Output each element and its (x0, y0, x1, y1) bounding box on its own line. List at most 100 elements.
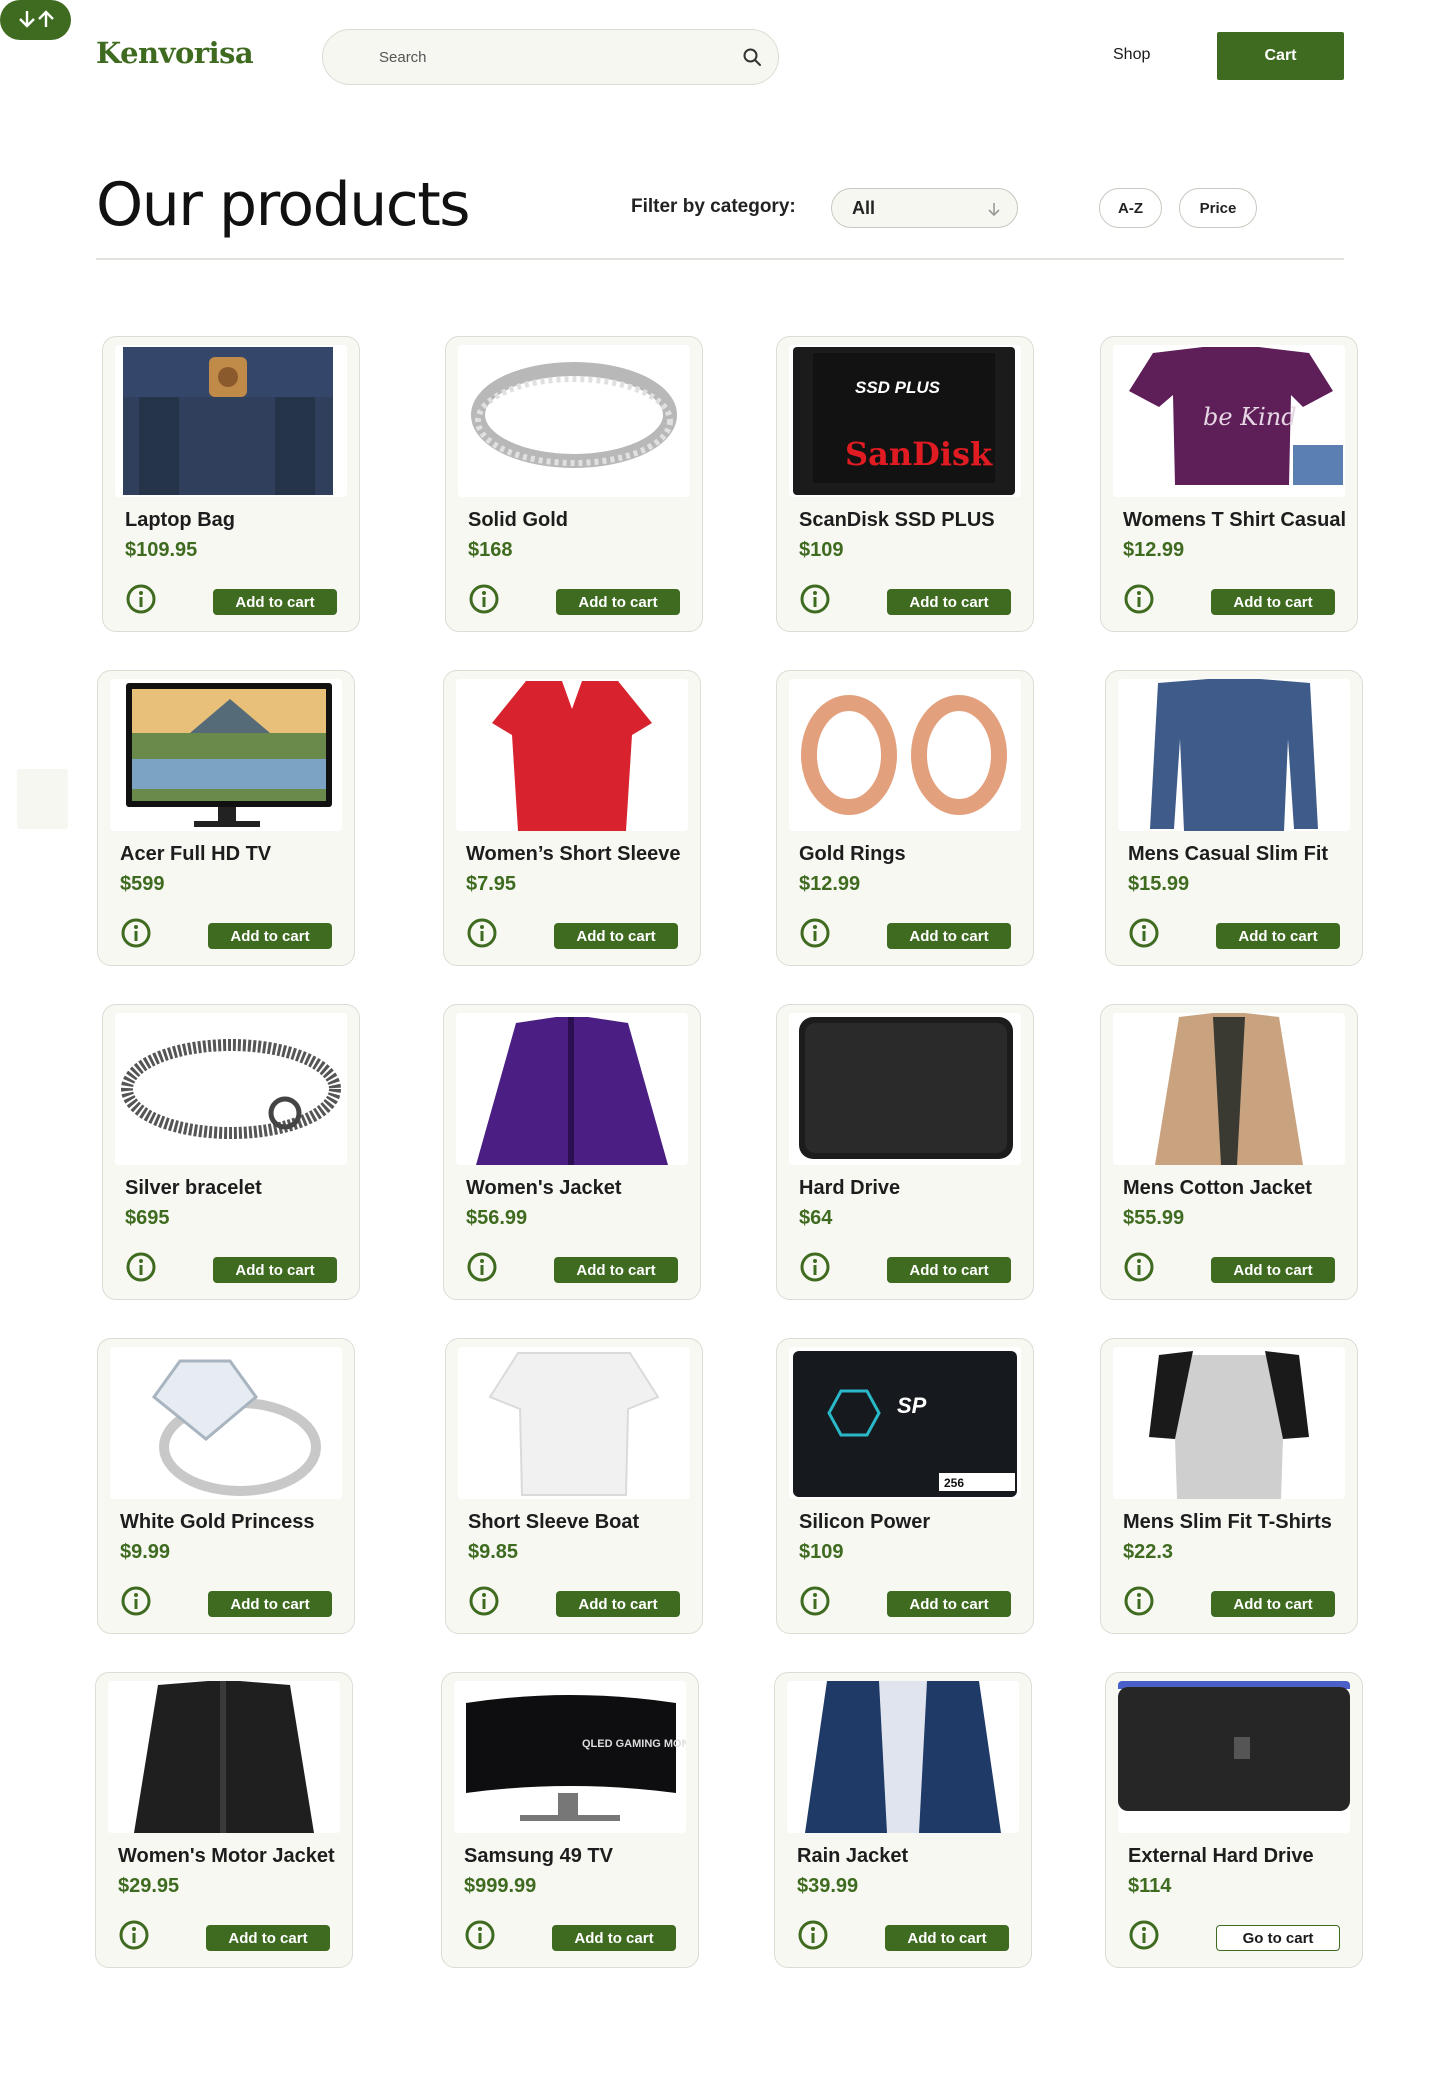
info-icon[interactable] (1128, 917, 1160, 949)
info-icon[interactable] (466, 917, 498, 949)
add-to-cart-button[interactable]: Add to cart (887, 1257, 1011, 1283)
add-to-cart-button[interactable]: Add to cart (213, 589, 337, 615)
info-icon[interactable] (1128, 1919, 1160, 1951)
info-icon[interactable] (125, 583, 157, 615)
product-name[interactable]: Laptop Bag (125, 509, 235, 532)
monitor-image[interactable] (110, 679, 342, 831)
gold-rings-image[interactable] (789, 679, 1021, 831)
info-icon[interactable] (1123, 1585, 1155, 1617)
product-card: Gold Rings $12.99 Add to cart (776, 670, 1034, 966)
info-icon[interactable] (468, 583, 500, 615)
info-icon[interactable] (468, 1585, 500, 1617)
product-price: $7.95 (466, 873, 517, 895)
red-shirt-image[interactable] (456, 679, 688, 831)
add-to-cart-button[interactable]: Add to cart (208, 1591, 332, 1617)
info-icon[interactable] (464, 1919, 496, 1951)
info-icon[interactable] (125, 1251, 157, 1283)
hard-drive-image[interactable] (789, 1013, 1021, 1165)
add-to-cart-button[interactable]: Add to cart (552, 1925, 676, 1951)
product-name[interactable]: Acer Full HD TV (120, 843, 271, 866)
add-to-cart-button[interactable]: Add to cart (554, 1257, 678, 1283)
add-to-cart-button[interactable]: Add to cart (887, 1591, 1011, 1617)
product-name[interactable]: Short Sleeve Boat (468, 1511, 639, 1534)
product-name[interactable]: Samsung 49 TV (464, 1845, 613, 1868)
product-price: $695 (125, 1207, 170, 1229)
info-icon[interactable] (118, 1919, 150, 1951)
laptop-bag-image[interactable] (115, 345, 347, 497)
side-tab[interactable] (17, 769, 68, 829)
product-name[interactable]: External Hard Drive (1128, 1845, 1314, 1868)
product-name[interactable]: Women's Jacket (466, 1177, 622, 1200)
tan-jacket-image[interactable] (1113, 1013, 1345, 1165)
go-to-cart-button[interactable]: Go to cart (1216, 1925, 1340, 1951)
add-to-cart-button[interactable]: Add to cart (1216, 923, 1340, 949)
info-icon[interactable] (799, 1585, 831, 1617)
sort-az-button[interactable]: A-Z (1099, 188, 1162, 228)
external-drive-image[interactable] (1118, 1681, 1350, 1833)
arrow-down-icon (988, 203, 1000, 217)
add-to-cart-button[interactable]: Add to cart (885, 1925, 1009, 1951)
ssd-image[interactable]: SSD PLUS SanDisk (789, 345, 1021, 497)
add-to-cart-button[interactable]: Add to cart (208, 923, 332, 949)
cart-button[interactable]: Cart (1217, 32, 1344, 80)
add-to-cart-button[interactable]: Add to cart (1211, 1591, 1335, 1617)
product-name[interactable]: Solid Gold (468, 509, 568, 532)
add-to-cart-button[interactable]: Add to cart (554, 923, 678, 949)
leather-jacket-image[interactable] (108, 1681, 340, 1833)
add-to-cart-button[interactable]: Add to cart (1211, 1257, 1335, 1283)
add-to-cart-button[interactable]: Add to cart (887, 923, 1011, 949)
search-icon[interactable] (742, 47, 762, 67)
product-name[interactable]: Mens Slim Fit T-Shirts (1123, 1511, 1332, 1534)
product-name[interactable]: Mens Cotton Jacket (1123, 1177, 1312, 1200)
blue-longsleeve-image[interactable] (1118, 679, 1350, 831)
info-icon[interactable] (799, 583, 831, 615)
logo[interactable]: Kenvorisa (96, 36, 254, 70)
info-icon[interactable] (120, 917, 152, 949)
sort-price-button[interactable]: Price (1179, 188, 1257, 228)
add-to-cart-button[interactable]: Add to cart (556, 589, 680, 615)
add-to-cart-button[interactable]: Add to cart (206, 1925, 330, 1951)
product-name[interactable]: White Gold Princess (120, 1511, 314, 1534)
purple-tshirt-image[interactable]: be Kind (1113, 345, 1345, 497)
add-to-cart-button[interactable]: Add to cart (556, 1591, 680, 1617)
raglan-shirt-image[interactable] (1113, 1347, 1345, 1499)
silicon-ssd-image[interactable]: SP 256 (789, 1347, 1021, 1499)
category-filter-select[interactable]: All (831, 188, 1018, 228)
product-name[interactable]: Women's Motor Jacket (118, 1845, 335, 1868)
diamond-ring-image[interactable] (110, 1347, 342, 1499)
sort-arrows-icon (18, 9, 54, 28)
product-name[interactable]: Women’s Short Sleeve (466, 843, 681, 866)
shop-link[interactable]: Shop (1113, 46, 1150, 64)
product-card: Rain Jacket $39.99 Add to cart (774, 1672, 1032, 1968)
product-name[interactable]: Silicon Power (799, 1511, 930, 1534)
add-to-cart-button[interactable]: Add to cart (1211, 589, 1335, 615)
sp-capacity-text: 256 (944, 1476, 964, 1490)
product-name[interactable]: ScanDisk SSD PLUS (799, 509, 995, 532)
tshirt-text: be Kind (1203, 403, 1297, 431)
rain-jacket-image[interactable] (787, 1681, 1019, 1833)
bracelet-image[interactable] (115, 1013, 347, 1165)
product-name[interactable]: Gold Rings (799, 843, 906, 866)
add-to-cart-button[interactable]: Add to cart (887, 589, 1011, 615)
product-name[interactable]: Rain Jacket (797, 1845, 908, 1868)
product-name[interactable]: Silver bracelet (125, 1177, 262, 1200)
info-icon[interactable] (466, 1251, 498, 1283)
product-name[interactable]: Hard Drive (799, 1177, 900, 1200)
info-icon[interactable] (797, 1919, 829, 1951)
product-name[interactable]: Womens T Shirt Casual (1123, 509, 1346, 532)
curved-monitor-image[interactable]: QLED GAMING MONITOR (454, 1681, 686, 1833)
white-top-image[interactable] (458, 1347, 690, 1499)
info-icon[interactable] (1123, 583, 1155, 615)
purple-jacket-image[interactable] (456, 1013, 688, 1165)
search-input[interactable] (343, 30, 723, 84)
sort-direction-toggle[interactable] (0, 0, 71, 40)
info-icon[interactable] (799, 1251, 831, 1283)
info-icon[interactable] (1123, 1251, 1155, 1283)
info-icon[interactable] (120, 1585, 152, 1617)
add-to-cart-button[interactable]: Add to cart (213, 1257, 337, 1283)
product-price: $9.99 (120, 1541, 171, 1563)
info-icon[interactable] (799, 917, 831, 949)
silver-ring-image[interactable] (458, 345, 690, 497)
product-name[interactable]: Mens Casual Slim Fit (1128, 843, 1328, 866)
product-price: $15.99 (1128, 873, 1190, 895)
